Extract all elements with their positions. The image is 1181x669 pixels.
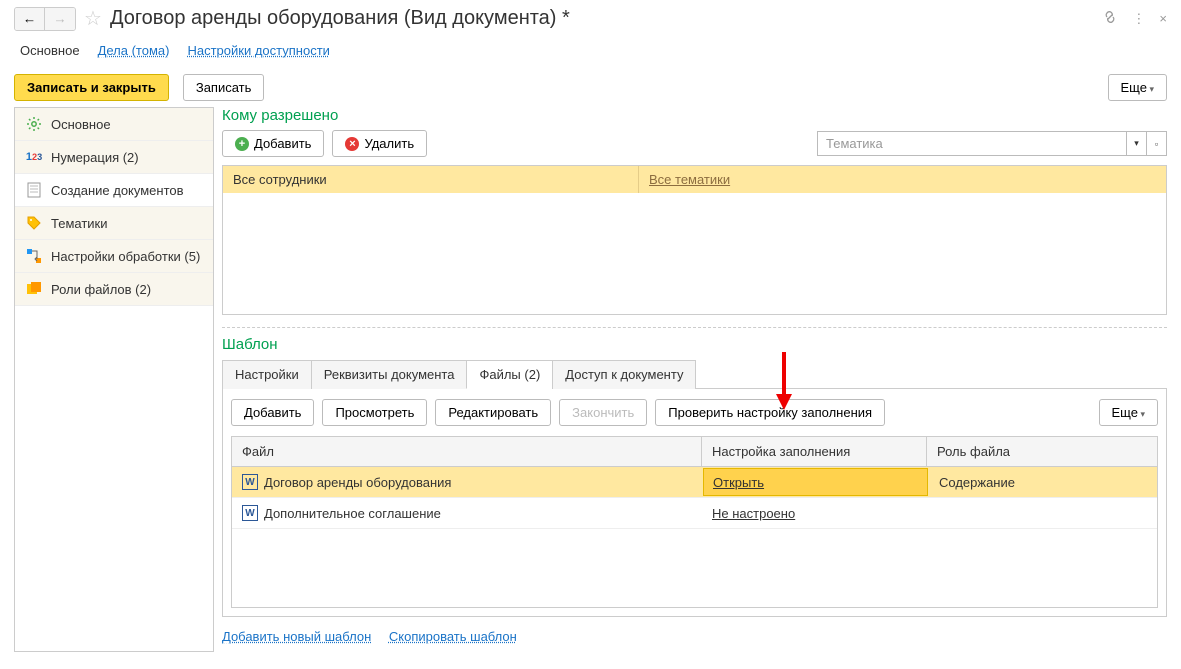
nav-forward-button[interactable]: →: [45, 8, 75, 30]
workflow-icon: [25, 247, 43, 265]
template-section-title: Шаблон: [222, 336, 1167, 353]
file-role: Содержание: [929, 467, 1157, 497]
template-check-fill-button[interactable]: Проверить настройку заполнения: [655, 399, 885, 426]
table-row[interactable]: W Дополнительное соглашение Не настроено: [232, 498, 1157, 529]
word-doc-icon: W: [242, 474, 258, 490]
template-tab-files[interactable]: Файлы (2): [466, 360, 553, 389]
header-tab-access[interactable]: Настройки доступности: [187, 43, 329, 58]
plus-icon: +: [235, 137, 249, 151]
sidebar-item-label: Настройки обработки (5): [51, 249, 200, 264]
dropdown-arrow-icon[interactable]: ▾: [1127, 131, 1147, 156]
save-and-close-button[interactable]: Записать и закрыть: [14, 74, 169, 101]
close-icon[interactable]: ×: [1159, 11, 1167, 26]
template-more-button[interactable]: Еще: [1099, 399, 1158, 426]
header-tab-files[interactable]: Дела (тома): [98, 43, 170, 58]
nav-back-button[interactable]: ←: [15, 8, 45, 30]
permission-section-title: Кому разрешено: [222, 107, 1167, 124]
table-header-role[interactable]: Роль файла: [927, 437, 1157, 466]
table-row[interactable]: W Договор аренды оборудования Открыть Со…: [232, 467, 1157, 498]
template-edit-button[interactable]: Редактировать: [435, 399, 551, 426]
sidebar-item-label: Роли файлов (2): [51, 282, 151, 297]
file-roles-icon: [25, 280, 43, 298]
file-name: Договор аренды оборудования: [264, 475, 451, 490]
sidebar-item-thematics[interactable]: Тематики: [15, 207, 213, 240]
link-icon[interactable]: [1102, 9, 1118, 28]
copy-template-link[interactable]: Скопировать шаблон: [389, 629, 517, 644]
sidebar-item-doc-creation[interactable]: Создание документов: [15, 174, 213, 207]
add-permission-button[interactable]: + Добавить: [222, 130, 324, 157]
template-tab-settings[interactable]: Настройки: [222, 360, 312, 389]
dropdown-open-icon[interactable]: ▫: [1147, 131, 1167, 156]
template-add-button[interactable]: Добавить: [231, 399, 314, 426]
fill-link[interactable]: Открыть: [713, 475, 764, 490]
document-icon: [25, 181, 43, 199]
numbering-icon: 123: [25, 148, 43, 166]
page-title: Договор аренды оборудования (Вид докумен…: [110, 7, 1102, 30]
tag-icon: [25, 214, 43, 232]
divider: [222, 327, 1167, 328]
table-header-fill[interactable]: Настройка заполнения: [702, 437, 927, 466]
template-tab-requisites[interactable]: Реквизиты документа: [311, 360, 468, 389]
sidebar-item-processing[interactable]: Настройки обработки (5): [15, 240, 213, 273]
add-template-link[interactable]: Добавить новый шаблон: [222, 629, 371, 644]
template-tab-access[interactable]: Доступ к документу: [552, 360, 696, 389]
file-name: Дополнительное соглашение: [264, 506, 441, 521]
file-role: [927, 498, 1157, 528]
gear-icon: [25, 115, 43, 133]
delete-icon: ×: [345, 137, 359, 151]
save-button[interactable]: Записать: [183, 74, 265, 101]
more-menu-icon[interactable]: ⋮: [1132, 11, 1145, 27]
more-button[interactable]: Еще: [1108, 74, 1167, 101]
header-tab-main[interactable]: Основное: [20, 43, 80, 58]
sidebar-item-label: Основное: [51, 117, 111, 132]
sidebar-item-main[interactable]: Основное: [15, 108, 213, 141]
delete-permission-button[interactable]: × Удалить: [332, 130, 427, 157]
template-view-button[interactable]: Просмотреть: [322, 399, 427, 426]
table-header-file[interactable]: Файл: [232, 437, 702, 466]
sidebar-item-label: Тематики: [51, 216, 108, 231]
perm-col-employees[interactable]: Все сотрудники: [223, 166, 638, 193]
sidebar-item-numbering[interactable]: 123 Нумерация (2): [15, 141, 213, 174]
perm-col-thematics[interactable]: Все тематики: [638, 166, 1166, 193]
favorite-star-icon[interactable]: ☆: [84, 6, 102, 31]
fill-link[interactable]: Не настроено: [712, 506, 795, 521]
sidebar-item-file-roles[interactable]: Роли файлов (2): [15, 273, 213, 306]
template-finish-button: Закончить: [559, 399, 647, 426]
word-doc-icon: W: [242, 505, 258, 521]
sidebar-item-label: Нумерация (2): [51, 150, 139, 165]
sidebar-item-label: Создание документов: [51, 183, 184, 198]
thematic-dropdown[interactable]: Тематика: [817, 131, 1127, 156]
